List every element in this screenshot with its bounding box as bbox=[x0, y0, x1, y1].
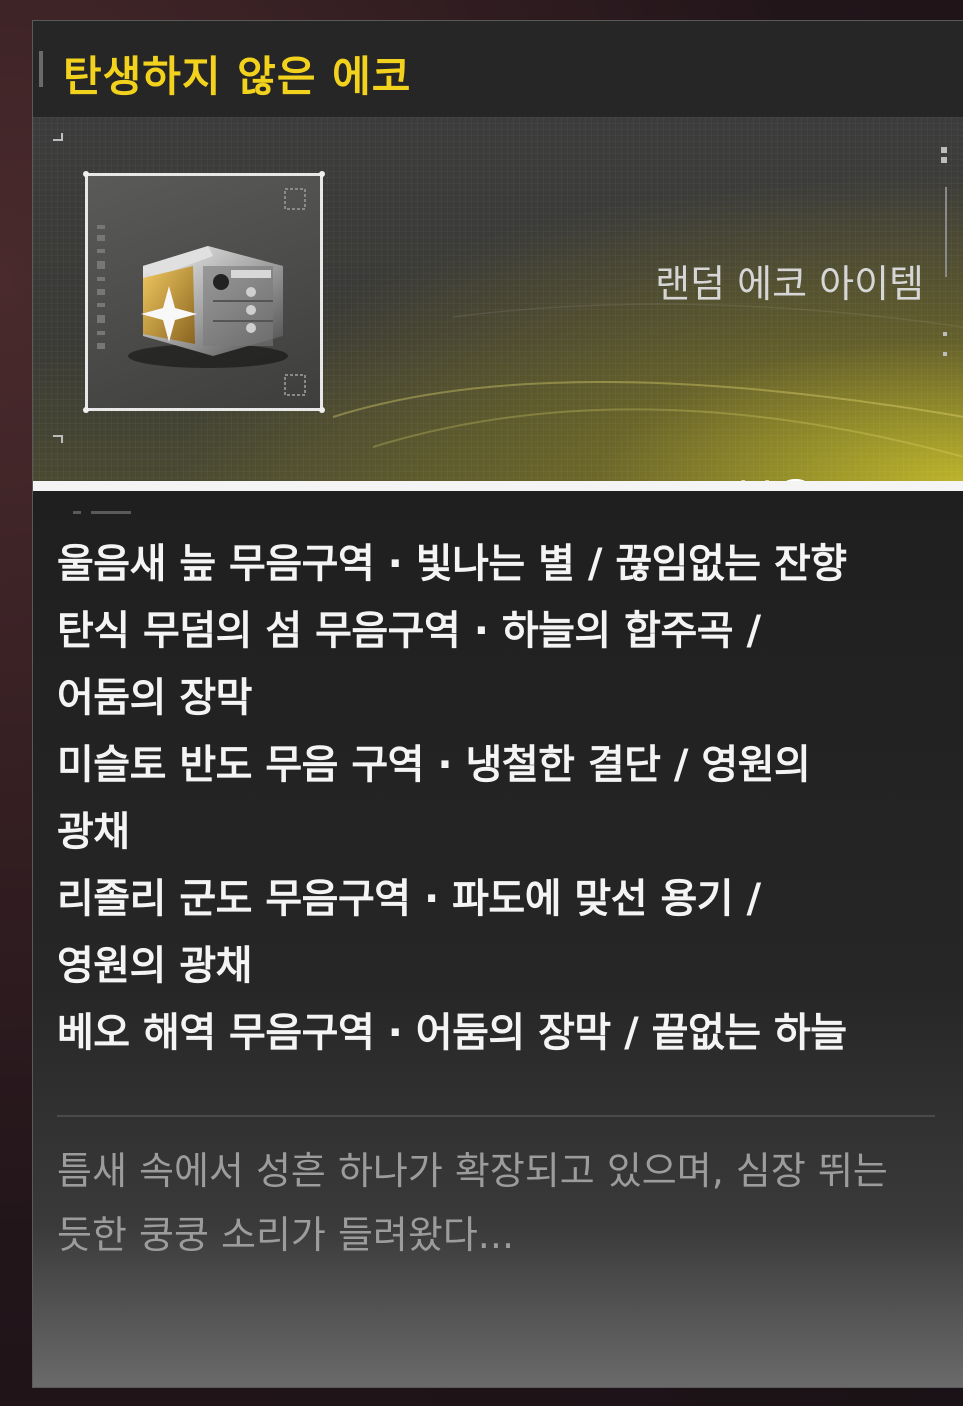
location-line: 미슬토 반도 무음 구역 · 냉철한 결단 / 영원의 bbox=[57, 742, 811, 788]
frame-pattern-icon bbox=[284, 188, 306, 210]
item-category: 랜덤 에코 아이템 bbox=[655, 262, 924, 306]
item-name: 탄생하지 않은 에코 bbox=[63, 52, 412, 101]
hero-divider bbox=[33, 481, 963, 491]
frame-pattern-icon bbox=[284, 374, 306, 396]
echo-chest-icon bbox=[128, 246, 288, 368]
location-line: 울음새 늪 무음구역 · 빛나는 별 / 끊임없는 잔향 bbox=[57, 541, 847, 587]
location-line: 베오 해역 무음구역 · 어둠의 장막 / 끝없는 하늘 bbox=[57, 1010, 847, 1056]
location-line: 영원의 광채 bbox=[57, 943, 252, 989]
location-list: 울음새 늪 무음구역 · 빛나는 별 / 끊임없는 잔향 탄식 무덤의 섬 무음… bbox=[57, 531, 937, 1067]
side-glyph-decoration bbox=[97, 225, 105, 349]
item-description-section: 울음새 늪 무음구역 · 빛나는 별 / 끊임없는 잔향 탄식 무덤의 섬 무음… bbox=[33, 491, 963, 1387]
body-deco-dash bbox=[73, 511, 81, 514]
section-divider bbox=[57, 1115, 935, 1117]
flavor-text: 틈새 속에서 성흔 하나가 확장되고 있으며, 심장 뛰는 듯한 쿵쿵 소리가 … bbox=[57, 1139, 937, 1267]
location-line: 리졸리 군도 무음구역 · 파도에 맞선 용기 / bbox=[57, 876, 761, 922]
title-accent-bar bbox=[39, 51, 43, 87]
location-line: 광채 bbox=[57, 809, 130, 855]
flavor-line: 듯한 쿵쿵 소리가 들려왔다... bbox=[57, 1213, 515, 1257]
location-line: 어둠의 장막 bbox=[57, 675, 252, 721]
location-line: 탄식 무덤의 섬 무음구역 · 하늘의 합주곡 / bbox=[57, 608, 761, 654]
body-deco-dash bbox=[91, 511, 131, 514]
title-bar: 탄생하지 않은 에코 bbox=[33, 21, 963, 118]
flavor-line: 틈새 속에서 성흔 하나가 확장되고 있으며, 심장 뛰는 bbox=[57, 1149, 888, 1193]
item-detail-panel: 탄생하지 않은 에코 랜덤 에코 아이템 보유 287 bbox=[32, 20, 963, 1388]
